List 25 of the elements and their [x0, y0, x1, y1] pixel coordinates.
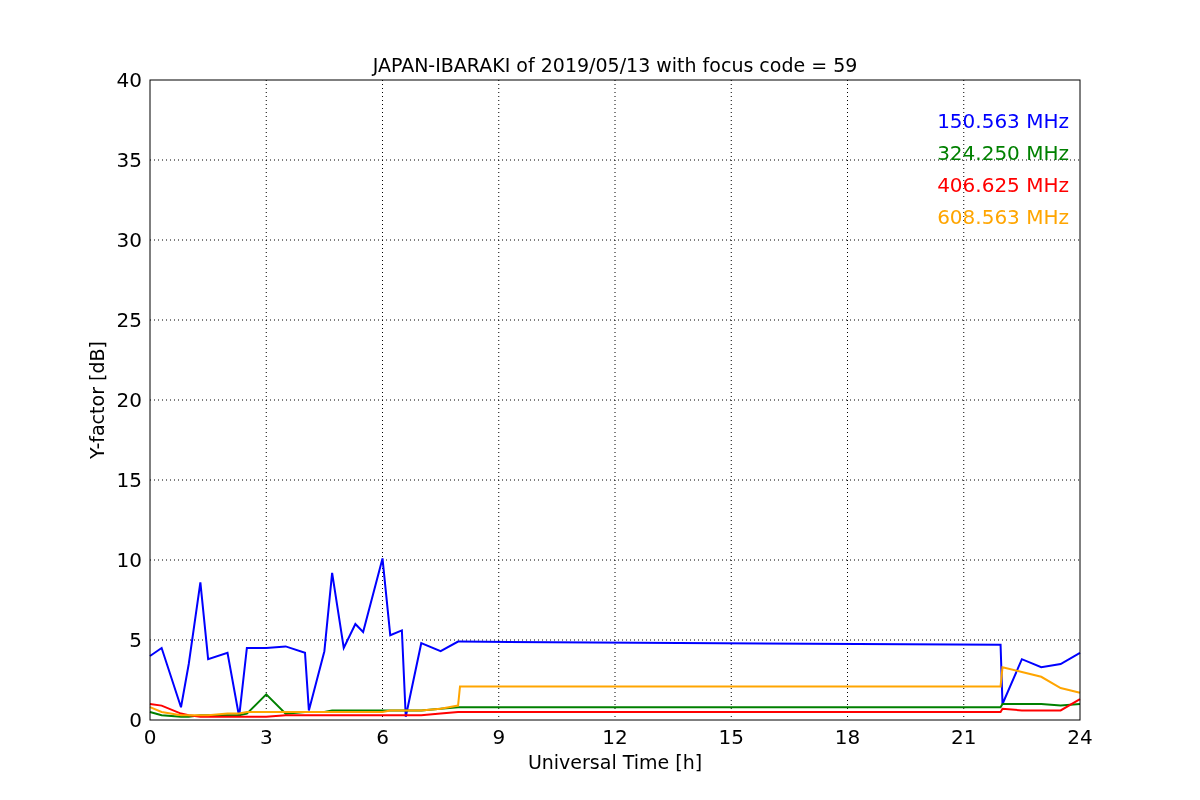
legend-entry: 150.563 MHz: [937, 109, 1069, 133]
x-tick-label: 24: [1067, 725, 1093, 749]
y-tick-label: 35: [116, 148, 142, 172]
y-tick-label: 40: [116, 68, 142, 92]
y-axis-label: Y-factor [dB]: [86, 341, 108, 459]
x-tick-label: 3: [259, 725, 273, 749]
legend-entry: 406.625 MHz: [937, 173, 1069, 197]
x-tick-label: 15: [718, 725, 744, 749]
x-tick-label: 6: [376, 725, 389, 749]
y-tick-label: 15: [116, 468, 142, 492]
x-tick-label: 18: [834, 725, 861, 749]
x-axis-label: Universal Time [h]: [527, 751, 703, 773]
chart-title: JAPAN-IBARAKI of 2019/05/13 with focus code = 59: [372, 54, 858, 76]
x-tick-label: 12: [602, 725, 628, 749]
y-tick-label: 10: [116, 548, 142, 572]
y-tick-label: 20: [116, 388, 142, 412]
legend-entry: 324.250 MHz: [937, 141, 1069, 165]
y-tick-label: 5: [129, 628, 142, 652]
x-tick-label: 0: [143, 725, 157, 749]
x-tick-label: 9: [492, 725, 506, 749]
y-tick-label: 25: [116, 308, 142, 332]
legend-entry: 608.563 MHz: [937, 205, 1069, 229]
x-tick-label: 21: [951, 725, 977, 749]
y-tick-label: 0: [129, 708, 142, 732]
y-tick-label: 30: [116, 228, 142, 252]
